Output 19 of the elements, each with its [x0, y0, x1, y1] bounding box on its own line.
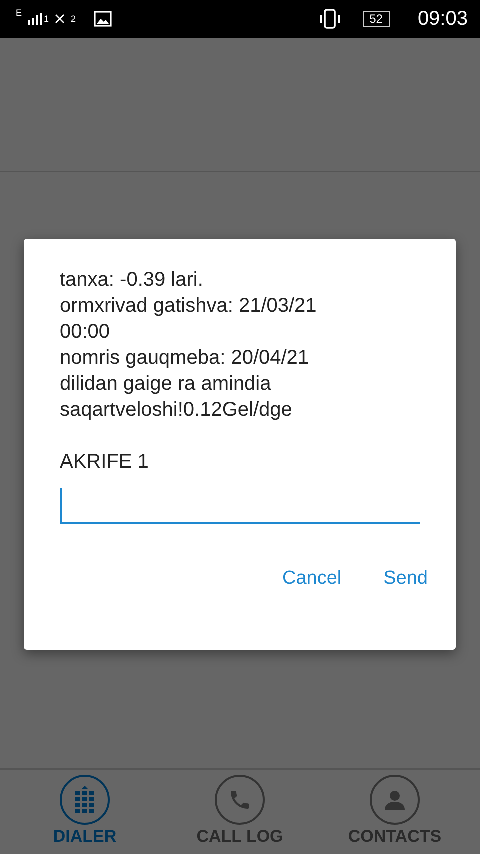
cancel-button[interactable]: Cancel	[268, 560, 356, 598]
clock: 09:03	[418, 8, 468, 30]
nav-tab[interactable]: CONTACTS	[318, 770, 472, 854]
person-icon	[383, 788, 407, 812]
battery-level: 52	[362, 11, 390, 27]
message-text: tanxa: -0.39 lari. ormxrivad gatishva: 21/03/21 00:00 nomris gauqmeba: 20/04/21 dilidan gaige ra amindia saqartveloshi!0.12Gel/dge	[60, 268, 318, 423]
sim-label: 2	[71, 14, 76, 24]
nav-tab[interactable]: DIALER	[8, 770, 162, 854]
nav-tab[interactable]: CALL LOG	[162, 770, 318, 854]
network-type: E	[16, 8, 22, 18]
send-button[interactable]: Send	[370, 560, 442, 598]
input-field[interactable]	[60, 488, 420, 524]
dialpad-icon	[75, 786, 95, 814]
sim-label: 1	[44, 14, 50, 24]
signal-icon	[28, 13, 42, 25]
phone-icon	[228, 788, 252, 812]
prompt-text: AKRIFE 1	[60, 451, 150, 474]
no-signal-icon	[55, 14, 66, 24]
image-icon	[94, 11, 112, 27]
